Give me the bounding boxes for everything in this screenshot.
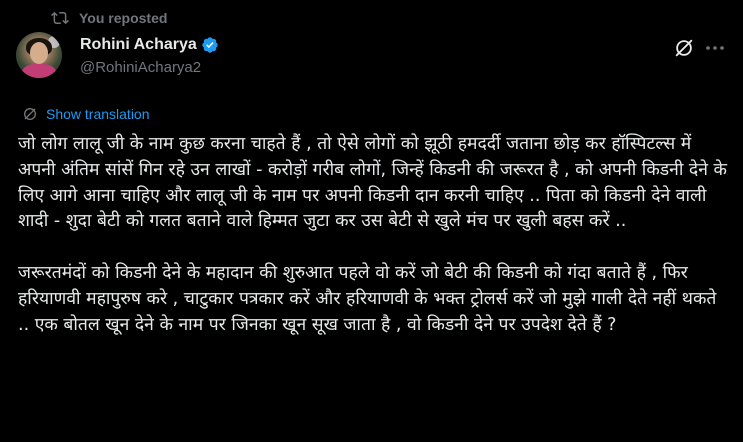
grok-icon[interactable] [673,37,695,59]
post-paragraph: जो लोग लालू जी के नाम कुछ करना चाहते हैं… [18,134,727,232]
verified-badge-icon[interactable] [201,36,219,54]
post-text: जो लोग लालू जी के नाम कुछ करना चाहते हैं… [18,132,730,364]
repost-indicator: You reposted [51,8,167,28]
author-info: Rohini Acharya @RohiniAcharya2 [80,34,219,76]
avatar[interactable] [16,32,62,78]
repost-label: You reposted [79,10,168,26]
globe-translate-icon [22,106,38,122]
author-name[interactable]: Rohini Acharya [80,36,197,54]
repost-icon [51,9,69,27]
show-translation-link[interactable]: Show translation [22,106,150,122]
more-dots-icon[interactable] [703,37,727,59]
show-translation-label: Show translation [46,106,150,122]
post-paragraph: जरूरतमंदों को किडनी देने के महादान की शु… [18,262,717,335]
author-handle[interactable]: @RohiniAcharya2 [80,59,219,76]
